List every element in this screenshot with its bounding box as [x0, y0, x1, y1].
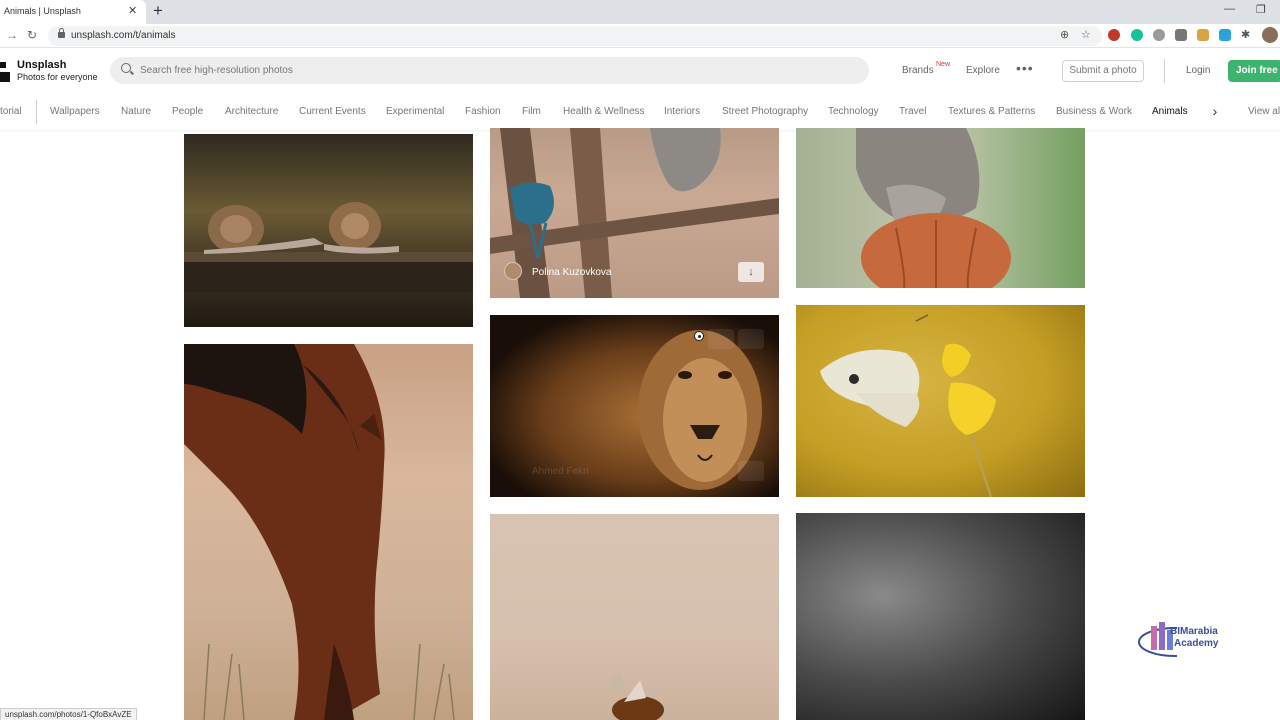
topic-current-events[interactable]: Current Events [299, 106, 366, 117]
bimarabia-watermark: BIMarabia Academy [1137, 620, 1232, 666]
extension-gray-icon[interactable] [1153, 29, 1165, 41]
chevron-right-icon[interactable]: › [1207, 100, 1223, 124]
add-to-collection-icon[interactable] [738, 329, 764, 349]
search-input[interactable] [140, 57, 860, 84]
topic-editorial[interactable]: torial [0, 106, 22, 117]
browser-toolbar: → ↻ unsplash.com/t/animals ⊕ ☆ ✱ [0, 24, 1280, 48]
topic-people[interactable]: People [172, 106, 203, 117]
photo-dark-blur[interactable] [796, 513, 1085, 720]
watermark-line2: Academy [1174, 638, 1219, 649]
close-tab-icon[interactable]: ✕ [128, 4, 137, 18]
like-icon[interactable] [708, 329, 734, 349]
topic-travel[interactable]: Travel [899, 106, 926, 117]
horse-illustration [184, 344, 455, 720]
extension-tan-icon[interactable] [1197, 29, 1209, 41]
download-icon[interactable]: ↓ [738, 262, 764, 282]
topic-experimental[interactable]: Experimental [386, 106, 444, 117]
mouse-cursor [694, 331, 704, 341]
author-avatar[interactable] [504, 262, 522, 280]
brand-tagline: Photos for everyone [17, 72, 98, 82]
photo-butterfly[interactable] [796, 305, 1085, 497]
status-bar-url: unsplash.com/photos/1-QfoBxAvZE [0, 708, 137, 720]
monkey-pumpkin-illustration [856, 128, 1011, 288]
topic-fashion[interactable]: Fashion [465, 106, 501, 117]
explore-link[interactable]: Explore [966, 65, 1000, 76]
restore-icon[interactable]: ❐ [1256, 3, 1266, 16]
browser-tab-strip: Animals | Unsplash ✕ + — ❐ [0, 0, 1280, 24]
minimize-icon[interactable]: — [1224, 3, 1235, 15]
topic-textures-patterns[interactable]: Textures & Patterns [948, 106, 1035, 117]
topic-film[interactable]: Film [522, 106, 541, 117]
brands-link[interactable]: Brands [902, 65, 934, 76]
photo-snails[interactable] [184, 134, 473, 327]
back-forward-icon[interactable]: → [6, 28, 18, 42]
search-icon[interactable] [121, 63, 131, 73]
topic-architecture[interactable]: Architecture [225, 106, 278, 117]
topic-nav: torial Wallpapers Nature People Architec… [0, 94, 1280, 130]
new-tab-icon[interactable]: + [153, 2, 163, 20]
snails-illustration [184, 202, 473, 292]
topic-wallpapers[interactable]: Wallpapers [50, 106, 100, 117]
insect-illustration [608, 672, 664, 720]
header-divider [1164, 59, 1165, 83]
submit-photo-button[interactable]: Submit a photo [1062, 60, 1144, 82]
login-link[interactable]: Login [1186, 65, 1210, 76]
topic-street-photography[interactable]: Street Photography [722, 106, 808, 117]
lock-icon [58, 28, 65, 38]
topic-interiors[interactable]: Interiors [664, 106, 700, 117]
unsplash-logo-icon[interactable] [0, 62, 10, 82]
grammarly-icon[interactable] [1131, 29, 1143, 41]
more-options-icon[interactable]: ••• [1016, 60, 1034, 76]
topic-nature[interactable]: Nature [121, 106, 151, 117]
topic-business-work[interactable]: Business & Work [1056, 106, 1132, 117]
author-name[interactable]: Ahmed Fekri [532, 466, 589, 477]
photo-monkey-pumpkin[interactable] [796, 128, 1085, 288]
extension-box-icon[interactable] [1175, 29, 1187, 41]
search-bar[interactable] [110, 57, 869, 84]
puzzle-icon[interactable]: ✱ [1241, 29, 1253, 41]
profile-avatar[interactable] [1262, 27, 1278, 43]
join-free-button[interactable]: Join free [1228, 60, 1280, 82]
topic-divider [36, 100, 37, 124]
butterfly-illustration [820, 314, 996, 497]
photo-insect[interactable] [490, 514, 779, 720]
tab-title: Animals | Unsplash [4, 6, 81, 16]
view-all-link[interactable]: View al [1248, 106, 1280, 117]
watermark-line1: BIMarabia [1170, 626, 1218, 637]
photo-horse[interactable] [184, 344, 473, 720]
photo-lion[interactable]: Ahmed Fekri [490, 315, 779, 497]
address-bar[interactable]: unsplash.com/t/animals ⊕ ☆ [48, 26, 1102, 46]
browser-tab[interactable]: Animals | Unsplash ✕ [0, 0, 146, 24]
topic-animals[interactable]: Animals [1152, 106, 1188, 117]
new-badge: New [936, 61, 951, 68]
url-text: unsplash.com/t/animals [71, 30, 176, 41]
reload-icon[interactable]: ↻ [27, 28, 37, 42]
photo-monkey[interactable]: Polina Kuzovkova ↓ [490, 128, 779, 298]
author-name[interactable]: Polina Kuzovkova [532, 267, 612, 278]
brand-name[interactable]: Unsplash [17, 59, 67, 71]
install-icon[interactable]: ⊕ [1060, 28, 1069, 41]
bookmark-star-icon[interactable]: ☆ [1081, 28, 1091, 41]
topic-health-wellness[interactable]: Health & Wellness [563, 106, 645, 117]
download-icon[interactable] [738, 461, 764, 481]
extension-blue-icon[interactable] [1219, 29, 1231, 41]
extension-red-icon[interactable] [1108, 29, 1120, 41]
topic-technology[interactable]: Technology [828, 106, 879, 117]
